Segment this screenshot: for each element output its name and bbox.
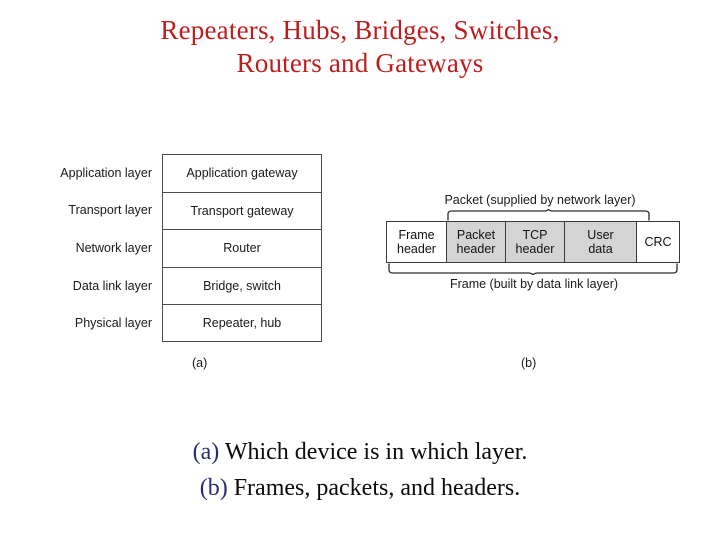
table-row: Network layer Router <box>34 229 334 267</box>
caption-block: (a) Which device is in which layer. (b) … <box>0 434 720 506</box>
device-cell-physical: Repeater, hub <box>162 304 322 342</box>
figure-a-sub-caption: (a) <box>192 356 208 370</box>
frame-cell-tcp-header: TCP header <box>506 222 565 262</box>
layer-label-data-link: Data link layer <box>72 278 152 293</box>
caption-marker-a: (a) <box>192 439 220 465</box>
frame-brace-row <box>386 263 682 275</box>
brace-bottom <box>387 263 679 275</box>
layer-label-physical: Physical layer <box>74 316 152 331</box>
frame-cell-crc-line1: CRC <box>644 235 672 249</box>
caption-text-a: Which device is in which layer. <box>224 439 528 465</box>
device-cell-data-link: Bridge, switch <box>162 266 322 305</box>
device-cell-network: Router <box>162 229 322 267</box>
caption-line-b: (b) Frames, packets, and headers. <box>0 470 720 506</box>
frame-cell-frame-header: Frame header <box>387 222 447 262</box>
figure-a-layer-device-table: Application layer Application gateway Tr… <box>34 154 334 342</box>
device-cell-application: Application gateway <box>162 154 322 192</box>
page-title-line-1: Repeaters, Hubs, Bridges, Switches, <box>160 15 560 45</box>
frame-cell-user-data: User data <box>565 222 637 262</box>
packet-brace-row <box>386 209 682 221</box>
frame-cell-packet-header: Packet header <box>447 222 506 262</box>
frame-cell-packet-header-line2: header <box>456 242 496 256</box>
table-row: Transport layer Transport gateway <box>34 191 334 230</box>
frame-cell-tcp-header-line2: header <box>515 242 555 256</box>
page-title: Repeaters, Hubs, Bridges, Switches, Rout… <box>0 14 720 80</box>
layer-label-application: Application layer <box>60 165 152 180</box>
brace-top <box>446 209 651 221</box>
frame-cell-packet-header-line1: Packet <box>456 228 496 242</box>
table-row: Physical layer Repeater, hub <box>34 304 334 342</box>
frame-cell-frame-header-line2: header <box>397 242 436 256</box>
frame-cell-user-data-line1: User <box>587 228 614 242</box>
frame-cell-frame-header-line1: Frame <box>398 228 435 242</box>
device-cell-transport: Transport gateway <box>162 191 322 230</box>
figure-b-sub-caption: (b) <box>521 356 537 370</box>
frame-span-label: Frame (built by data link layer) <box>449 277 619 291</box>
caption-marker-b: (b) <box>199 475 228 501</box>
figure-b-frame-layout: Packet (supplied by network layer) Frame… <box>386 192 682 293</box>
caption-text-b: Frames, packets, and headers. <box>233 475 521 501</box>
table-row: Application layer Application gateway <box>34 154 334 192</box>
frame-cell-crc: CRC <box>637 222 679 262</box>
page-title-line-2: Routers and Gateways <box>236 48 484 78</box>
layer-label-network: Network layer <box>75 240 152 255</box>
table-row: Data link layer Bridge, switch <box>34 266 334 305</box>
packet-span-label: Packet (supplied by network layer) <box>444 193 636 207</box>
frame-cell-tcp-header-line1: TCP <box>522 228 548 242</box>
frame-box: Frame header Packet header TCP header Us… <box>386 221 680 263</box>
layer-label-transport: Transport layer <box>68 203 152 218</box>
caption-line-a: (a) Which device is in which layer. <box>0 434 720 470</box>
frame-cell-user-data-line2: data <box>588 242 613 256</box>
